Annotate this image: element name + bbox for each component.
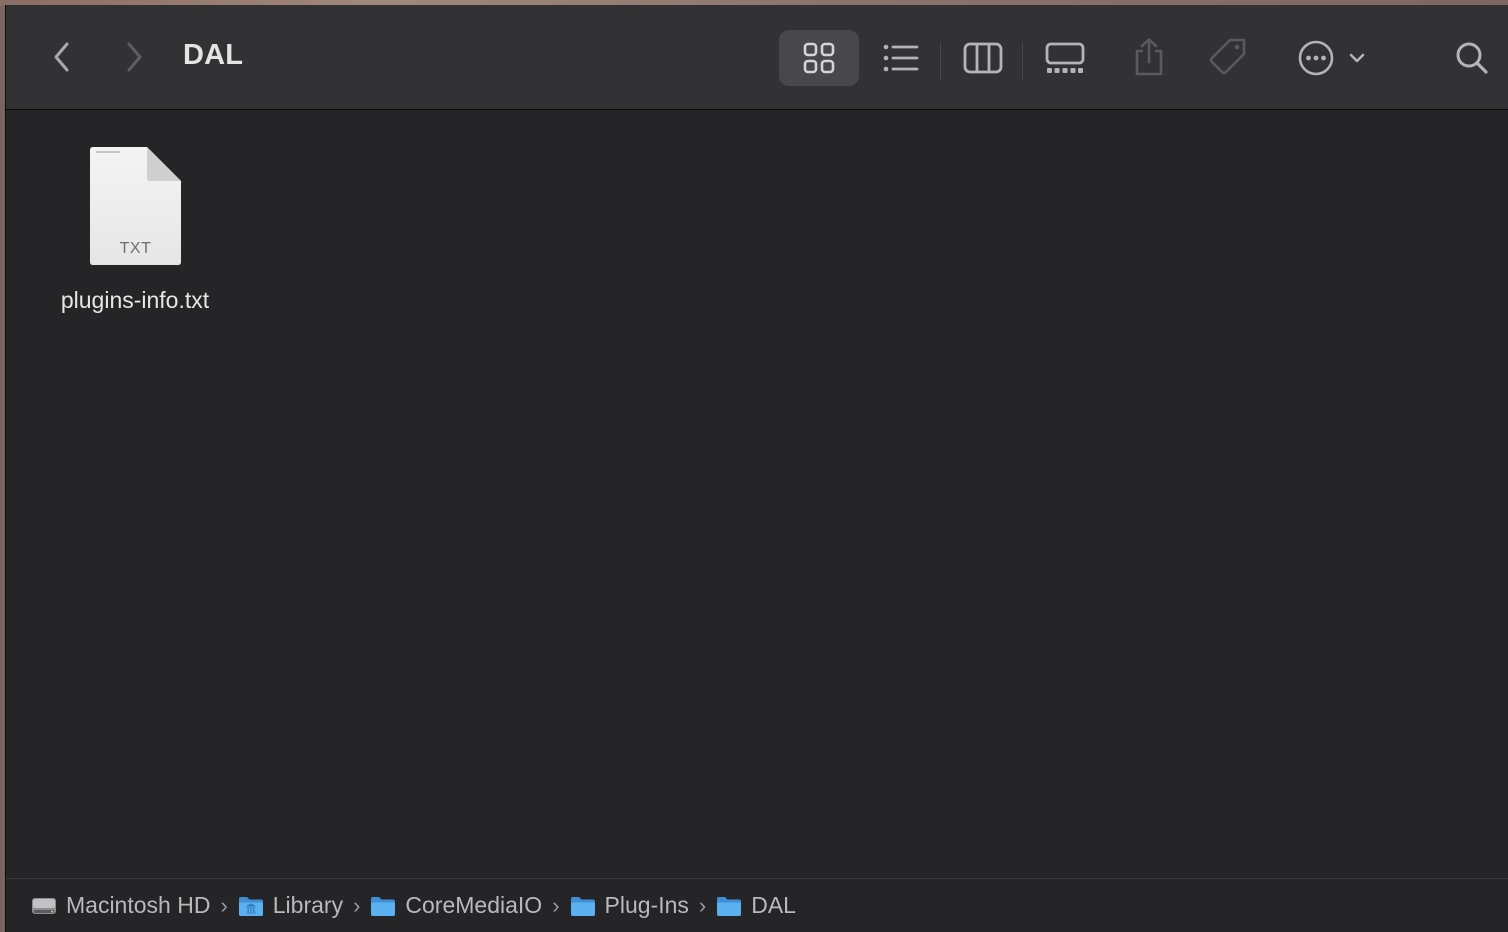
gallery-view-icon (1045, 42, 1085, 73)
window-title: DAL (183, 39, 244, 71)
chevron-right-icon (127, 42, 142, 72)
back-button[interactable] (44, 37, 80, 77)
gallery-view-button[interactable] (1040, 35, 1090, 81)
more-actions-button[interactable] (1292, 35, 1372, 81)
path-item-label: Plug-Ins (604, 892, 689, 918)
toolbar-separator (1022, 42, 1023, 80)
icon-view-button[interactable] (779, 30, 859, 86)
toolbar: DAL (6, 5, 1508, 110)
share-icon (1135, 38, 1163, 76)
path-item-label: Library (272, 892, 344, 918)
search-button[interactable] (1450, 35, 1494, 81)
file-browser-content: TXT plugins-info.txt (6, 110, 1508, 878)
library-folder-icon (238, 896, 263, 916)
folder-icon (717, 896, 742, 916)
tag-button[interactable] (1204, 33, 1252, 81)
grid-view-icon (803, 42, 835, 74)
finder-window: DAL TXT plugins-info.txt Macintosh HD › … (5, 5, 1508, 932)
folder-icon (371, 896, 396, 916)
path-item-dal[interactable]: DAL (715, 886, 796, 926)
share-button[interactable] (1127, 33, 1171, 81)
toolbar-separator (940, 42, 941, 80)
path-separator: › (220, 892, 228, 918)
column-view-button[interactable] (958, 35, 1008, 81)
hard-drive-icon (32, 897, 56, 914)
tag-icon (1209, 38, 1246, 75)
file-name: plugins-info.txt (60, 287, 210, 313)
path-item-macintosh-hd[interactable]: Macintosh HD (30, 886, 210, 926)
search-icon (1456, 42, 1488, 74)
path-bar: Macintosh HD › Library › CoreMediaIO › P… (6, 878, 1508, 932)
path-separator: › (698, 892, 707, 918)
path-item-library[interactable]: Library (237, 886, 343, 926)
file-item[interactable]: TXT plugins-info.txt (40, 140, 230, 320)
path-item-coremediaio[interactable]: CoreMediaIO (369, 886, 542, 926)
list-view-icon (883, 44, 919, 72)
folder-icon (570, 896, 595, 916)
list-view-button[interactable] (876, 35, 926, 81)
path-item-plug-ins[interactable]: Plug-Ins (569, 886, 689, 926)
file-type-label: TXT (119, 240, 152, 257)
path-item-label: DAL (751, 892, 796, 918)
path-item-label: CoreMediaIO (405, 892, 543, 918)
column-view-icon (963, 42, 1003, 74)
path-separator: › (353, 892, 361, 918)
chevron-down-icon (1349, 53, 1365, 63)
more-actions-icon (1298, 40, 1334, 76)
chevron-left-icon (54, 42, 69, 72)
forward-button[interactable] (116, 37, 152, 77)
path-separator: › (552, 892, 560, 918)
path-item-label: Macintosh HD (66, 892, 211, 918)
